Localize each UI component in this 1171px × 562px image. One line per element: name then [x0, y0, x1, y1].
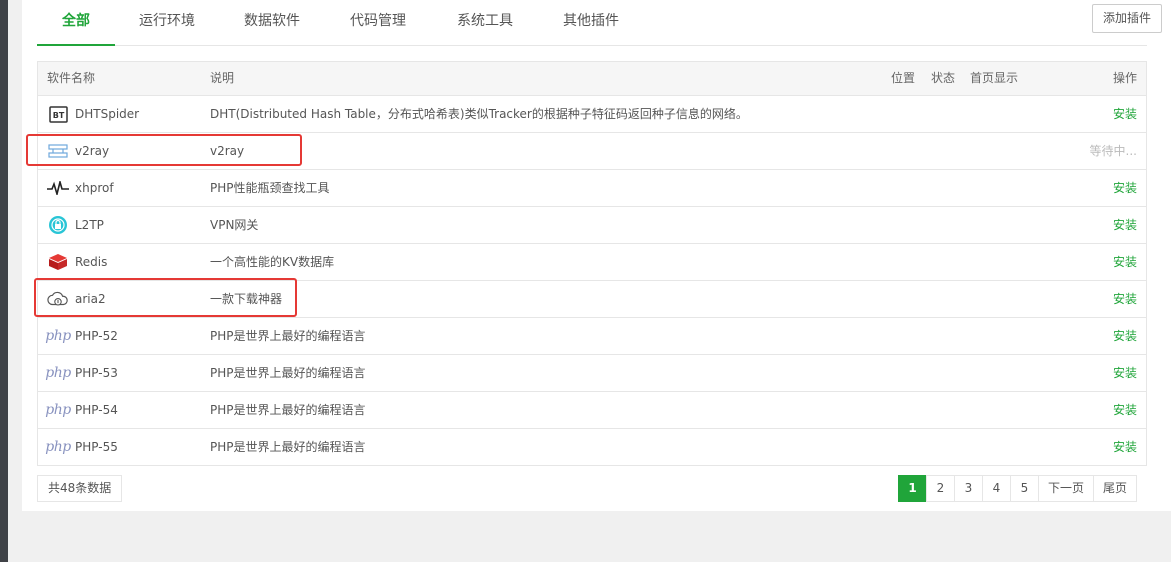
install-button[interactable]: 安装 — [1113, 281, 1137, 318]
table-row: v2ray v2ray 等待中... — [38, 133, 1146, 170]
table-row: aria2 一款下载神器 安装 — [38, 281, 1146, 318]
category-tabs: 全部 运行环境 数据软件 代码管理 系统工具 其他插件 添加插件 — [37, 0, 1162, 46]
redis-icon — [47, 253, 69, 271]
left-sidebar-strip — [0, 0, 8, 562]
header-homepage: 首页显示 — [970, 71, 1019, 85]
plugin-name: PHP-55 — [75, 440, 118, 454]
vpn-icon — [47, 216, 69, 234]
plugin-name: xhprof — [75, 181, 114, 195]
php-icon: php — [45, 365, 71, 381]
plugin-desc: PHP性能瓶颈查找工具 — [210, 181, 330, 195]
plugin-desc: 一款下载神器 — [210, 292, 283, 306]
header-position: 位置 — [891, 71, 916, 85]
tab-runtime[interactable]: 运行环境 — [129, 0, 205, 46]
page-2-button[interactable]: 2 — [926, 475, 955, 502]
plugin-name: PHP-53 — [75, 366, 118, 380]
plugin-name: PHP-52 — [75, 329, 118, 343]
table-row: php PHP-52 PHP是世界上最好的编程语言 安装 — [38, 318, 1146, 355]
svg-text:BT: BT — [52, 111, 64, 120]
header-action: 操作 — [1112, 71, 1137, 85]
pulse-icon — [47, 179, 69, 197]
plugin-desc: PHP是世界上最好的编程语言 — [210, 440, 366, 454]
tab-code[interactable]: 代码管理 — [340, 0, 416, 46]
waiting-status: 等待中... — [1089, 144, 1137, 158]
page-4-button[interactable]: 4 — [982, 475, 1011, 502]
plugin-panel: 全部 运行环境 数据软件 代码管理 系统工具 其他插件 添加插件 软件名称 说明… — [22, 0, 1171, 511]
plugin-name: v2ray — [75, 144, 110, 158]
php-icon: php — [45, 439, 71, 455]
table-row: php PHP-54 PHP是世界上最好的编程语言 安装 — [38, 392, 1146, 429]
header-name: 软件名称 — [47, 71, 96, 85]
install-button[interactable]: 安装 — [1113, 355, 1137, 392]
install-button[interactable]: 安装 — [1113, 170, 1137, 207]
plugin-name: DHTSpider — [75, 107, 140, 121]
install-button[interactable]: 安装 — [1113, 429, 1137, 466]
install-button[interactable]: 安装 — [1113, 207, 1137, 244]
last-page-button[interactable]: 尾页 — [1093, 475, 1138, 502]
table-row: php PHP-53 PHP是世界上最好的编程语言 安装 — [38, 355, 1146, 392]
plugin-desc: 一个高性能的KV数据库 — [210, 255, 335, 269]
bt-icon: BT — [47, 105, 69, 123]
table-row: L2TP VPN网关 安装 — [38, 207, 1146, 244]
header-desc: 说明 — [210, 71, 235, 85]
plugin-name: Redis — [75, 255, 108, 269]
table-header: 软件名称 说明 位置 状态 首页显示 操作 — [38, 62, 1146, 96]
plugin-name: aria2 — [75, 292, 106, 306]
tab-other[interactable]: 其他插件 — [553, 0, 629, 46]
page-3-button[interactable]: 3 — [954, 475, 983, 502]
tab-system-tools[interactable]: 系统工具 — [447, 0, 523, 46]
plugin-desc: v2ray — [210, 144, 245, 158]
php-icon: php — [45, 328, 71, 344]
plugin-table: 软件名称 说明 位置 状态 首页显示 操作 BT DHTSpider DHT(D… — [37, 61, 1147, 466]
header-status: 状态 — [931, 71, 956, 85]
tab-database[interactable]: 数据软件 — [234, 0, 310, 46]
plugin-name: PHP-54 — [75, 403, 118, 417]
plugin-name: L2TP — [75, 218, 104, 232]
plugin-desc: PHP是世界上最好的编程语言 — [210, 329, 366, 343]
tab-all[interactable]: 全部 — [37, 0, 115, 46]
install-button[interactable]: 安装 — [1113, 318, 1137, 355]
v2ray-icon — [47, 142, 69, 160]
total-count: 共48条数据 — [37, 475, 123, 502]
table-row: Redis 一个高性能的KV数据库 安装 — [38, 244, 1146, 281]
install-button[interactable]: 安装 — [1113, 392, 1137, 429]
table-row: BT DHTSpider DHT(Distributed Hash Table，… — [38, 96, 1146, 133]
page-5-button[interactable]: 5 — [1010, 475, 1039, 502]
table-row: php PHP-55 PHP是世界上最好的编程语言 安装 — [38, 429, 1146, 466]
page-1-button[interactable]: 1 — [898, 475, 927, 502]
table-row: xhprof PHP性能瓶颈查找工具 安装 — [38, 170, 1146, 207]
plugin-desc: VPN网关 — [210, 218, 259, 232]
next-page-button[interactable]: 下一页 — [1038, 475, 1095, 502]
plugin-desc: DHT(Distributed Hash Table，分布式哈希表)类似Trac… — [210, 107, 748, 121]
add-plugin-button[interactable]: 添加插件 — [1092, 4, 1162, 33]
install-button[interactable]: 安装 — [1113, 96, 1137, 133]
php-icon: php — [45, 402, 71, 418]
plugin-desc: PHP是世界上最好的编程语言 — [210, 366, 366, 380]
plugin-desc: PHP是世界上最好的编程语言 — [210, 403, 366, 417]
install-button[interactable]: 安装 — [1113, 244, 1137, 281]
cloud-download-icon — [47, 290, 69, 308]
pagination: 1 2 3 4 5 下一页 尾页 — [898, 475, 1138, 502]
